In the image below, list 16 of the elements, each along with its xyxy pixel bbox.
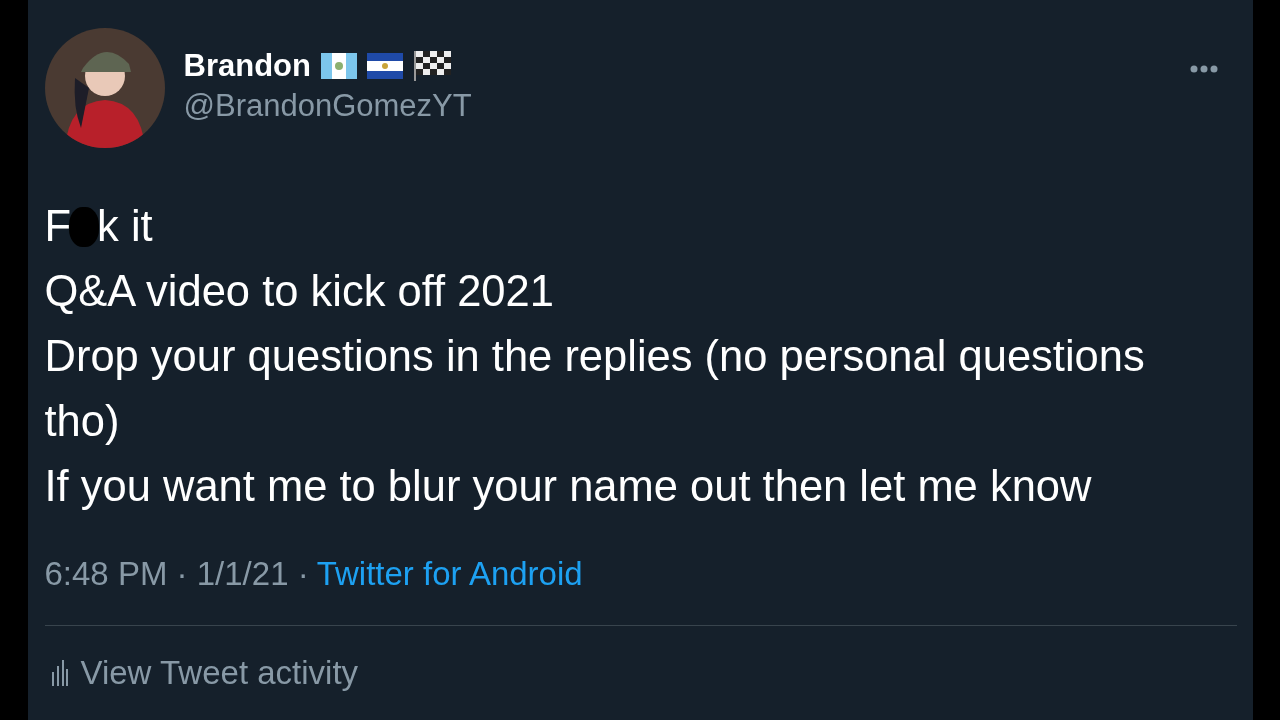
author-handle[interactable]: @BrandonGomezYT bbox=[183, 88, 1189, 124]
tweet-timestamp: 6:48 PM · 1/1/21 · bbox=[44, 555, 309, 593]
source-link[interactable]: Twitter for Android bbox=[316, 555, 583, 593]
tweet-text: k it bbox=[97, 201, 153, 252]
checkered-flag-icon bbox=[412, 51, 451, 81]
more-icon[interactable] bbox=[1188, 64, 1219, 74]
view-activity-link[interactable]: View Tweet activity bbox=[80, 654, 359, 692]
flag-icon bbox=[320, 53, 357, 79]
author-name[interactable]: Brandon bbox=[183, 48, 311, 84]
censor-mark bbox=[69, 206, 100, 247]
tweet-text: Q&A video to kick off 2021 bbox=[44, 266, 555, 317]
tweet-text: F bbox=[44, 201, 72, 252]
tweet-text: Drop your questions in the replies (no personal questions tho) bbox=[44, 331, 1146, 447]
bar-chart-icon bbox=[50, 660, 69, 686]
tweet-text: If you want me to blur your name out then let me know bbox=[44, 461, 1093, 512]
flag-icon bbox=[366, 53, 403, 79]
